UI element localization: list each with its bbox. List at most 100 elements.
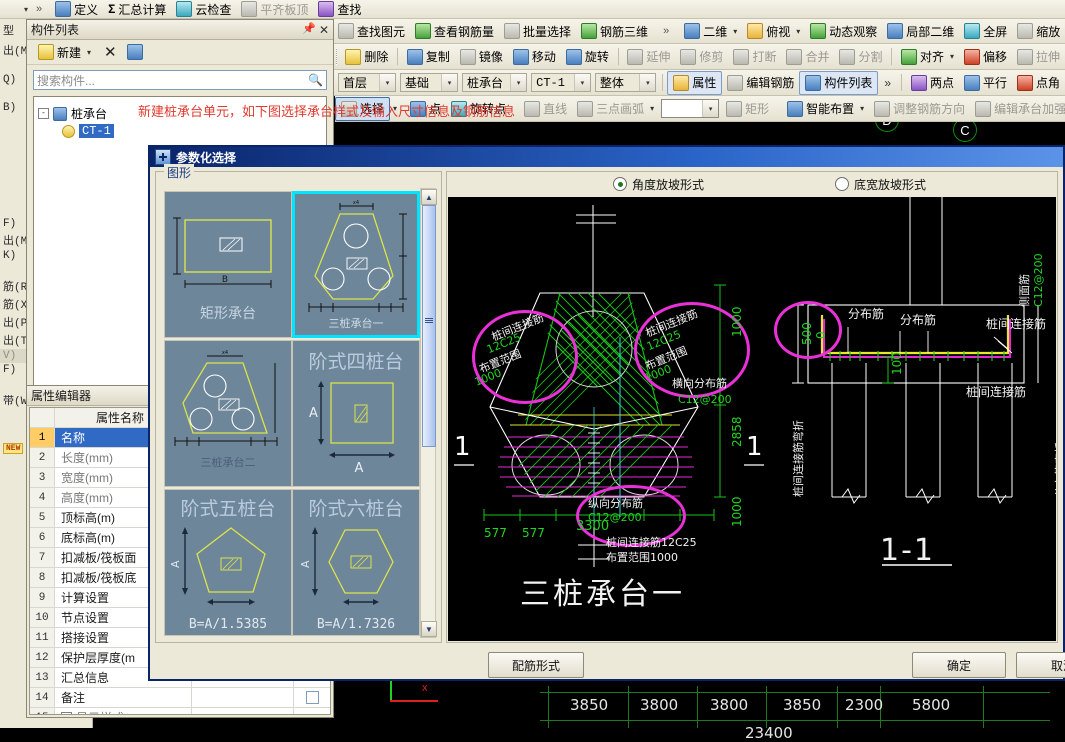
tb-smart-layout[interactable]: 智能布置 ▾ <box>782 98 869 120</box>
toolbar-chevron[interactable]: » <box>36 3 42 15</box>
tb-align[interactable]: 对齐 ▾ <box>896 46 959 68</box>
component-search-row[interactable]: 搜索构件... 🔍 <box>27 65 333 95</box>
tb-summary-calc[interactable]: Σ 汇总计算 <box>103 0 171 18</box>
tb-2d-view[interactable]: 二维 ▾ <box>679 20 742 42</box>
combo-floor[interactable]: 首层 ▾ <box>338 73 396 92</box>
close-icon[interactable]: ✕ <box>319 23 329 37</box>
tb-component-list[interactable]: 构件列表 <box>799 70 879 95</box>
chevron-down-icon[interactable]: ▾ <box>860 104 864 113</box>
combo-category[interactable]: 基础 ▾ <box>400 73 458 92</box>
new-component-button[interactable]: 新建 ▾ <box>33 41 96 63</box>
tb-rebar-3d[interactable]: 钢筋三维 <box>576 20 653 42</box>
angle-slope-radio[interactable]: 角度放坡形式 <box>613 176 704 193</box>
delete-x-icon[interactable]: ✕ <box>104 43 117 61</box>
chevron-down-icon[interactable]: ▾ <box>950 52 954 61</box>
merge-icon <box>786 48 803 65</box>
toolbar-grip[interactable] <box>336 48 338 65</box>
tree-child-node[interactable]: CT-1 <box>62 124 322 138</box>
gallery-item-three-pile-cap-1[interactable]: x4 三桩承台一 <box>292 191 420 338</box>
highlight-ellipse-left <box>472 310 578 404</box>
bottom-width-slope-radio[interactable]: 底宽放坡形式 <box>835 176 926 193</box>
chevron-down-icon[interactable]: ▾ <box>733 27 737 36</box>
combo-component-name[interactable]: CT-1 ▾ <box>531 73 591 92</box>
tb-mirror[interactable]: 镜像 <box>455 46 508 68</box>
gallery-scrollbar[interactable]: ▲ ▼ <box>420 188 437 638</box>
search-icon[interactable]: 🔍 <box>308 73 323 87</box>
tb-zoom[interactable]: 缩放▾ <box>1012 20 1065 42</box>
gallery-item-step-four-pile-cap[interactable]: 阶式四桩台 A A <box>292 340 420 487</box>
chevron-down-icon[interactable]: ▾ <box>87 48 91 57</box>
plan-dim-1000-b: 1000 <box>730 496 744 527</box>
cancel-button[interactable]: 取消 <box>1016 652 1065 678</box>
tb-parallel[interactable]: 平行 <box>959 72 1012 94</box>
tb-define[interactable]: 定义 <box>50 0 103 18</box>
toolbar-chevron[interactable]: » <box>663 25 669 37</box>
tb-find-element[interactable]: 查找图元 <box>333 20 410 42</box>
tb-edit-rebar[interactable]: 编辑钢筋 <box>722 72 799 94</box>
property-row-value[interactable] <box>192 708 294 714</box>
combo-draw-options[interactable]: ▾ <box>661 99 720 118</box>
scroll-down-button[interactable]: ▼ <box>421 621 437 637</box>
tb-batch-select[interactable]: 批量选择 <box>499 20 576 42</box>
tb-cloud-check[interactable]: 云检查 <box>171 0 236 18</box>
property-row[interactable]: 14 备注 <box>30 688 330 708</box>
combo-scope[interactable]: 整体 ▾ <box>594 73 657 92</box>
tb-point-angle[interactable]: 点角 <box>1012 72 1065 94</box>
component-list-toolbar[interactable]: 新建 ▾ ✕ <box>27 40 333 65</box>
gallery-item-step-five-pile-cap[interactable]: 阶式五桩台 A B=A/1.5385 <box>164 489 292 636</box>
property-row-value[interactable] <box>192 688 294 707</box>
property-row-check <box>294 708 330 714</box>
gallery-item-rect-cap[interactable]: B 矩形承台 <box>164 191 292 338</box>
parametric-selection-dialog[interactable]: 参数化选择 图形 B 矩形承台 x4 三桩承台一 x4 三桩承台二 阶式四桩台 … <box>148 145 1065 681</box>
section-dim-500: 500 <box>800 322 814 345</box>
chevron-down-icon[interactable]: ▾ <box>650 104 654 113</box>
tb-rectangle: 矩形 <box>721 98 774 120</box>
chevron-down-icon[interactable]: ▾ <box>441 74 457 91</box>
tb-dynamic-orbit[interactable]: 动态观察 <box>805 20 882 42</box>
toolbar-overflow-caret[interactable]: ▾ <box>24 5 28 14</box>
property-row[interactable]: 15 + 显示样式 <box>30 708 330 714</box>
tb-two-point[interactable]: 两点 <box>906 72 959 94</box>
property-expander[interactable]: + <box>61 712 72 714</box>
tb-top-view[interactable]: 俯视 ▾ <box>742 20 805 42</box>
find-element-icon <box>338 23 354 39</box>
tb-copy[interactable]: 复制 <box>402 46 455 68</box>
slope-form-radio-group[interactable]: 角度放坡形式 底宽放坡形式 <box>447 172 1057 196</box>
section-label-distribution-rebar-2: 分布筋 <box>900 313 937 327</box>
pin-icon[interactable]: 📌 <box>302 23 316 36</box>
tb-move[interactable]: 移动 <box>508 46 561 68</box>
tb-stretch: 拉伸 <box>1012 46 1065 68</box>
copy-icon[interactable] <box>126 44 143 60</box>
gallery-scroll-thumb[interactable] <box>422 205 436 447</box>
chevron-down-icon[interactable]: ▾ <box>573 74 590 91</box>
tb-label: 合并 <box>805 50 830 64</box>
parallel-icon <box>963 74 980 91</box>
chevron-down-icon[interactable]: ▾ <box>639 74 656 91</box>
gallery-item-step-six-pile-cap[interactable]: 阶式六桩台 A B=A/1.7326 <box>292 489 420 636</box>
tree-expander[interactable]: - <box>38 108 49 119</box>
tb-offset[interactable]: 偏移 <box>959 46 1012 68</box>
chevron-down-icon[interactable]: ▾ <box>510 74 527 91</box>
gallery-item-three-pile-cap-2[interactable]: x4 三桩承台二 <box>164 340 292 487</box>
ok-button[interactable]: 确定 <box>912 652 1006 678</box>
rebar-form-button[interactable]: 配筋形式 <box>488 652 584 678</box>
chevron-down-icon[interactable]: ▾ <box>702 100 719 117</box>
tb-rotate[interactable]: 旋转 <box>561 46 614 68</box>
toolbar-row-top[interactable]: ▾ » 定义 Σ 汇总计算 云检查 平齐板顶 查找 <box>0 0 1065 19</box>
tb-view-rebar-qty[interactable]: 查看钢筋量 <box>410 20 499 42</box>
tb-delete[interactable]: 删除 <box>340 46 393 68</box>
shape-gallery-list[interactable]: B 矩形承台 x4 三桩承台一 x4 三桩承台二 阶式四桩台 A A 阶式五桩台… <box>161 188 423 638</box>
chevron-down-icon[interactable]: ▾ <box>379 74 395 91</box>
search-input[interactable]: 搜索构件... 🔍 <box>33 70 327 90</box>
drawing-canvas[interactable]: 1 1 桩间连接筋 12C25 布置范围 1000 桩间连接筋 12C25 布置… <box>448 197 1056 641</box>
toolbar-chevron[interactable]: » <box>884 76 891 90</box>
tb-label: 三点画弧 <box>596 102 645 116</box>
tb-find[interactable]: 查找 <box>313 0 366 18</box>
tb-local-2d[interactable]: 局部二维 <box>882 20 959 42</box>
tb-fullscreen[interactable]: 全屏 <box>959 20 1012 42</box>
scroll-up-button[interactable]: ▲ <box>421 189 437 205</box>
chevron-down-icon[interactable]: ▾ <box>796 27 800 36</box>
property-checkbox[interactable] <box>305 691 319 704</box>
tb-properties[interactable]: 属性 <box>667 70 723 95</box>
combo-component-type[interactable]: 桩承台 ▾ <box>462 73 528 92</box>
